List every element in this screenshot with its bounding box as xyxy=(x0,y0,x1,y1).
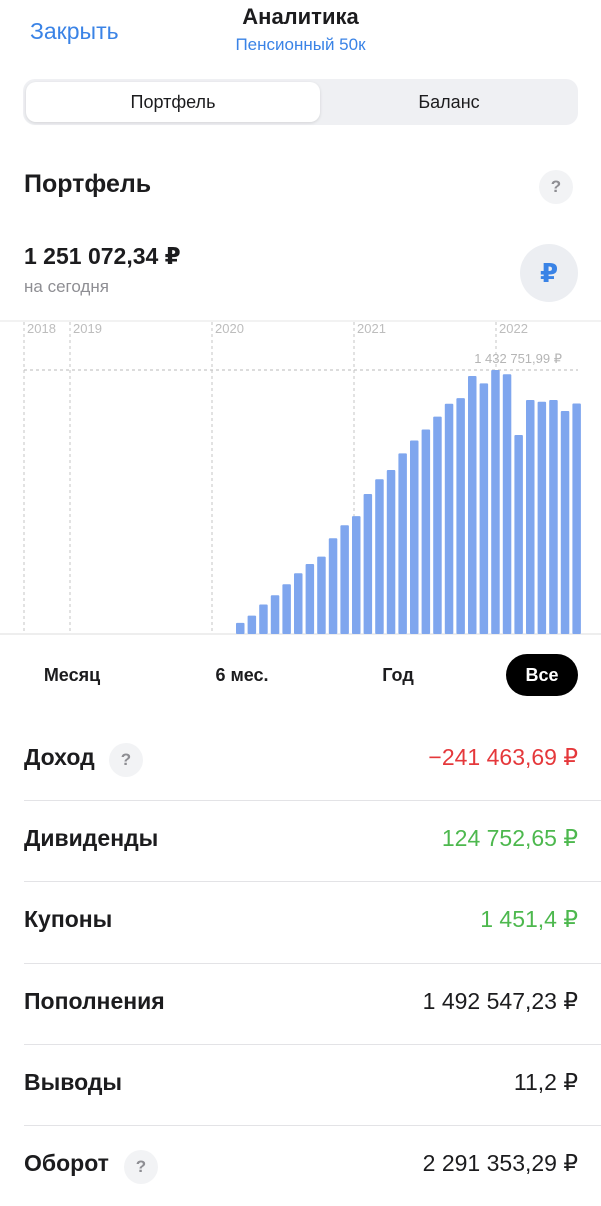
stat-row-coupons: Купоны 1 451,4 ₽ xyxy=(24,882,578,962)
chart-bar[interactable] xyxy=(375,479,384,634)
ruble-icon[interactable]: ₽ xyxy=(520,244,578,302)
income-help-icon[interactable]: ? xyxy=(109,743,143,777)
chart-bar[interactable] xyxy=(398,453,407,634)
max-value-label: 1 432 751,99 ₽ xyxy=(474,351,562,366)
chart-bar[interactable] xyxy=(421,429,431,635)
year-label-2021: 2021 xyxy=(357,321,386,336)
withdrawals-label: Выводы xyxy=(24,1069,123,1095)
period-year[interactable]: Год xyxy=(360,654,436,696)
chart-bar[interactable] xyxy=(236,622,245,634)
year-label-2019: 2019 xyxy=(73,321,102,336)
chart-bar[interactable] xyxy=(468,376,477,634)
period-month[interactable]: Месяц xyxy=(24,654,120,696)
view-switcher: Портфель Баланс xyxy=(23,79,578,125)
chart-bar[interactable] xyxy=(386,470,396,634)
chart-bar[interactable] xyxy=(479,383,489,634)
chart-bar[interactable] xyxy=(282,584,291,634)
chart-bar[interactable] xyxy=(514,435,523,634)
dividends-label: Дивиденды xyxy=(24,825,159,851)
year-label-2022: 2022 xyxy=(499,321,528,336)
help-icon[interactable]: ? xyxy=(539,170,573,204)
coupons-label: Купоны xyxy=(24,906,113,932)
income-label: Доход xyxy=(24,744,95,770)
turnover-label: Оборот xyxy=(24,1150,109,1176)
coupons-value: 1 451,4 ₽ xyxy=(480,906,578,932)
nav-header: Закрыть Аналитика Пенсионный 50к xyxy=(0,0,601,64)
stat-row-dividends: Дивиденды 124 752,65 ₽ xyxy=(24,801,578,881)
chart-bar[interactable] xyxy=(444,403,454,634)
chart-bar[interactable] xyxy=(259,604,268,635)
chart-bar[interactable] xyxy=(491,370,500,634)
section-title: Портфель xyxy=(24,170,152,198)
deposits-label: Пополнения xyxy=(24,988,165,1014)
chart-bar[interactable] xyxy=(456,398,465,634)
portfolio-value-caption: на сегодня xyxy=(24,277,109,296)
chart-bar[interactable] xyxy=(294,573,303,634)
dividends-value: 124 752,65 ₽ xyxy=(441,825,578,851)
income-value: −241 463,69 ₽ xyxy=(428,744,578,770)
chart-bar[interactable] xyxy=(549,400,558,634)
chart-bar[interactable] xyxy=(433,416,442,634)
chart-bar[interactable] xyxy=(352,516,361,634)
portfolio-chart[interactable]: 2018 2019 2020 2021 2022 1 432 751,99 ₽ xyxy=(0,320,601,636)
stat-row-deposits: Пополнения 1 492 547,23 ₽ xyxy=(24,964,578,1044)
chart-bar[interactable] xyxy=(572,403,581,635)
stat-row-withdrawals: Выводы 11,2 ₽ xyxy=(24,1045,578,1125)
chart-bar[interactable] xyxy=(317,556,326,634)
chart-bar[interactable] xyxy=(526,400,535,634)
page-title: Аналитика xyxy=(242,4,359,29)
withdrawals-value: 11,2 ₽ xyxy=(513,1069,578,1095)
stat-row-income: Доход −241 463,69 ₽ xyxy=(24,720,578,800)
chart-bar[interactable] xyxy=(537,401,547,634)
chart-bar[interactable] xyxy=(305,564,315,634)
tab-portfolio[interactable]: Портфель xyxy=(26,82,320,122)
tab-balance[interactable]: Баланс xyxy=(323,82,575,122)
chart-bar[interactable] xyxy=(247,615,257,634)
turnover-help-icon[interactable]: ? xyxy=(124,1150,158,1184)
period-6-months[interactable]: 6 мес. xyxy=(196,654,288,696)
chart-bar[interactable] xyxy=(502,374,512,634)
chart-canvas: 2018 2019 2020 2021 2022 1 432 751,99 ₽ xyxy=(0,320,601,635)
year-label-2020: 2020 xyxy=(215,321,244,336)
portfolio-name[interactable]: Пенсионный 50к xyxy=(0,35,601,55)
chart-bar[interactable] xyxy=(340,525,349,634)
portfolio-value: 1 251 072,34 ₽ xyxy=(24,243,181,269)
year-label-2018: 2018 xyxy=(27,321,56,336)
deposits-value: 1 492 547,23 ₽ xyxy=(422,988,578,1014)
stat-row-turnover: Оборот 2 291 353,29 ₽ xyxy=(24,1126,578,1206)
chart-bar[interactable] xyxy=(410,440,419,635)
chart-bar[interactable] xyxy=(363,494,373,634)
chart-bar[interactable] xyxy=(560,411,570,634)
turnover-value: 2 291 353,29 ₽ xyxy=(422,1150,578,1176)
period-all[interactable]: Все xyxy=(506,654,578,696)
chart-bar[interactable] xyxy=(270,595,280,634)
chart-bar[interactable] xyxy=(328,538,338,634)
